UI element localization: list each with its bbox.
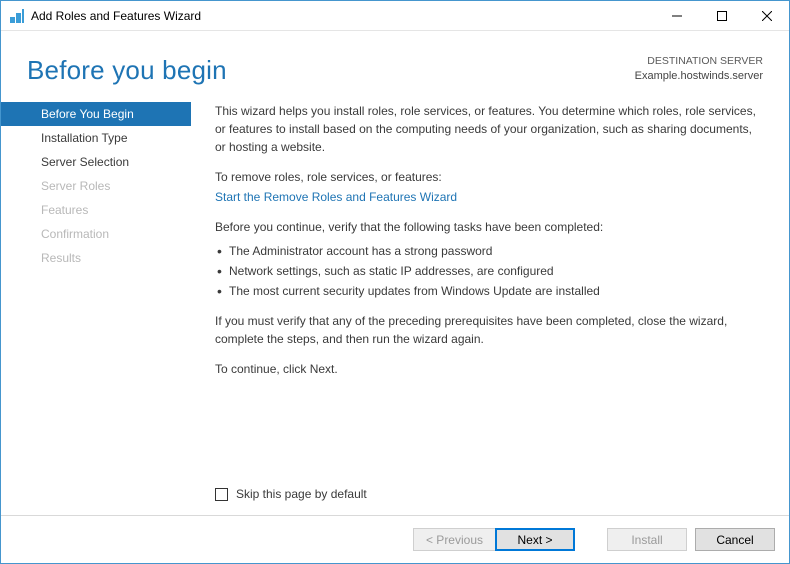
list-item: The most current security updates from W… bbox=[215, 282, 763, 300]
page-title: Before you begin bbox=[27, 55, 227, 86]
sidebar-item-results: Results bbox=[1, 246, 191, 270]
sidebar-item-server-selection[interactable]: Server Selection bbox=[1, 150, 191, 174]
sidebar-item-confirmation: Confirmation bbox=[1, 222, 191, 246]
skip-label: Skip this page by default bbox=[236, 487, 367, 501]
intro-text: This wizard helps you install roles, rol… bbox=[215, 102, 763, 156]
sidebar-item-label: Server Selection bbox=[41, 155, 129, 169]
remove-label: To remove roles, role services, or featu… bbox=[215, 168, 763, 186]
sidebar-item-features: Features bbox=[1, 198, 191, 222]
skip-row: Skip this page by default bbox=[1, 487, 789, 515]
sidebar-item-installation-type[interactable]: Installation Type bbox=[1, 126, 191, 150]
sidebar-item-label: Before You Begin bbox=[41, 107, 134, 121]
footer: < Previous Next > Install Cancel bbox=[1, 515, 789, 563]
sidebar-item-before-you-begin[interactable]: Before You Begin bbox=[1, 102, 191, 126]
verify-label: Before you continue, verify that the fol… bbox=[215, 218, 763, 236]
destination-server: Example.hostwinds.server bbox=[635, 69, 763, 83]
titlebar: Add Roles and Features Wizard bbox=[1, 1, 789, 31]
window-controls bbox=[654, 1, 789, 30]
sidebar: Before You Begin Installation Type Serve… bbox=[1, 102, 191, 487]
close-button[interactable] bbox=[744, 1, 789, 30]
content: This wizard helps you install roles, rol… bbox=[191, 102, 789, 487]
destination-label: DESTINATION SERVER bbox=[635, 55, 763, 69]
sidebar-item-label: Features bbox=[41, 203, 88, 217]
prereq-list: The Administrator account has a strong p… bbox=[215, 242, 763, 300]
destination-block: DESTINATION SERVER Example.hostwinds.ser… bbox=[635, 55, 763, 83]
remove-wizard-link[interactable]: Start the Remove Roles and Features Wiza… bbox=[215, 190, 457, 204]
sidebar-item-server-roles: Server Roles bbox=[1, 174, 191, 198]
previous-button: < Previous bbox=[413, 528, 495, 551]
sidebar-item-label: Results bbox=[41, 251, 81, 265]
next-button[interactable]: Next > bbox=[495, 528, 575, 551]
sidebar-item-label: Server Roles bbox=[41, 179, 110, 193]
maximize-button[interactable] bbox=[699, 1, 744, 30]
wizard-window: Add Roles and Features Wizard Before you… bbox=[0, 0, 790, 564]
continue-text: To continue, click Next. bbox=[215, 360, 763, 378]
window-title: Add Roles and Features Wizard bbox=[31, 9, 654, 23]
sidebar-item-label: Confirmation bbox=[41, 227, 109, 241]
middle-area: Before You Begin Installation Type Serve… bbox=[1, 94, 789, 487]
list-item: The Administrator account has a strong p… bbox=[215, 242, 763, 260]
install-button: Install bbox=[607, 528, 687, 551]
cancel-button[interactable]: Cancel bbox=[695, 528, 775, 551]
minimize-button[interactable] bbox=[654, 1, 699, 30]
nav-button-pair: < Previous Next > bbox=[413, 528, 575, 551]
post-bullets-text: If you must verify that any of the prece… bbox=[215, 312, 763, 348]
list-item: Network settings, such as static IP addr… bbox=[215, 262, 763, 280]
header: Before you begin DESTINATION SERVER Exam… bbox=[1, 31, 789, 94]
sidebar-item-label: Installation Type bbox=[41, 131, 128, 145]
skip-checkbox[interactable] bbox=[215, 488, 228, 501]
server-manager-icon bbox=[9, 8, 25, 24]
